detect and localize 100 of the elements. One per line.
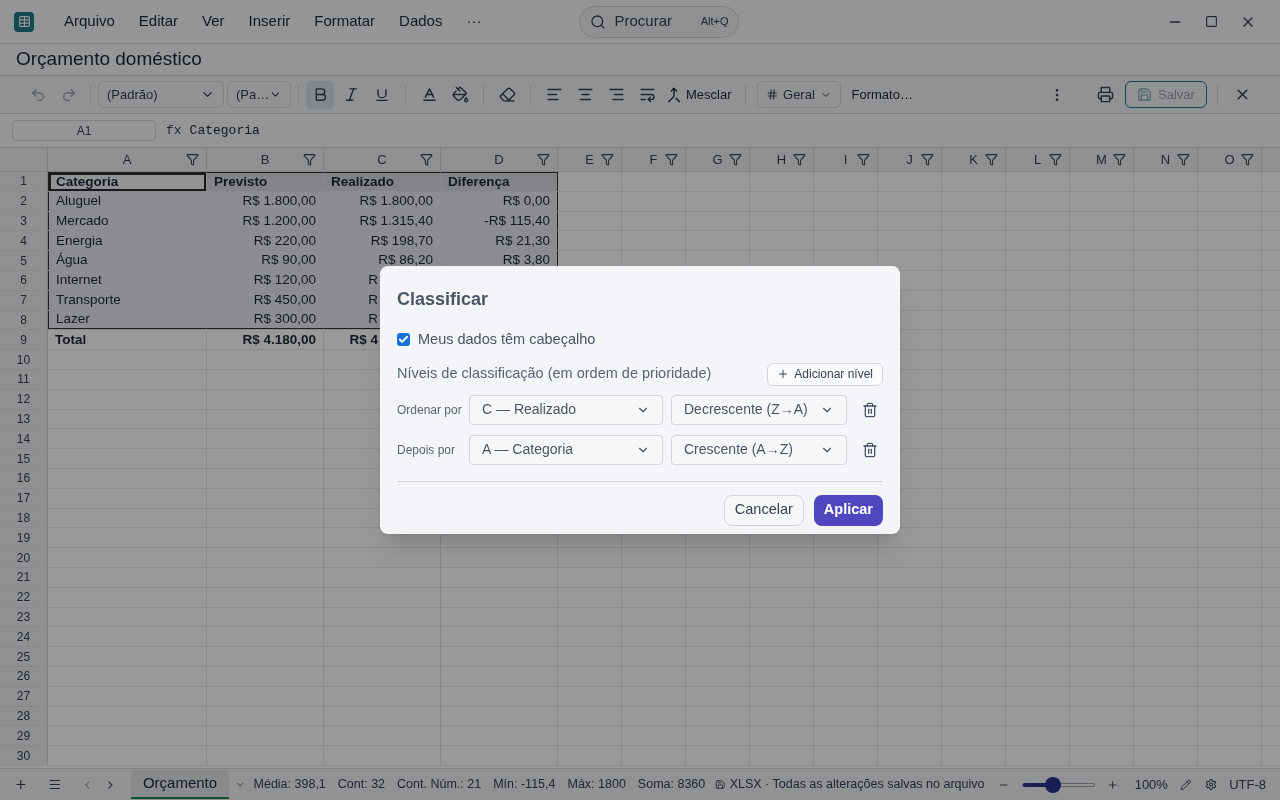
- hash-icon: [765, 87, 779, 102]
- menu-item[interactable]: Editar: [128, 10, 189, 33]
- font-dropdown[interactable]: (Padrão): [98, 81, 224, 108]
- delete-icon[interactable]: [862, 441, 878, 458]
- column-header[interactable]: F: [622, 148, 686, 171]
- merge-button[interactable]: Mesclar: [664, 80, 734, 109]
- menu-item[interactable]: Arquivo: [54, 10, 125, 33]
- filter-icon[interactable]: [420, 153, 433, 166]
- sheet-tab[interactable]: Orçamento: [130, 770, 230, 799]
- order-select[interactable]: Crescente (A→Z): [671, 434, 847, 465]
- status-stat: Soma: 8360: [637, 776, 706, 794]
- plus-icon: [777, 368, 790, 381]
- encoding-label: UTF-8: [1229, 775, 1266, 794]
- zoom-reading: 100%: [1134, 775, 1168, 794]
- column-header[interactable]: I: [814, 148, 878, 171]
- status-stat: Mín: -115,4: [493, 776, 556, 794]
- add-level-button[interactable]: Adicionar nível: [767, 362, 883, 386]
- column-header[interactable]: J: [878, 148, 942, 171]
- filter-icon[interactable]: [857, 153, 870, 166]
- table-cell: R$ 4.180,00: [207, 330, 324, 350]
- row-number[interactable]: 20: [0, 548, 48, 567]
- level-label: Depois por: [397, 441, 457, 458]
- row-number[interactable]: 9: [0, 330, 48, 350]
- menu-item[interactable]: Inserir: [238, 10, 301, 33]
- checkbox[interactable]: [397, 333, 410, 347]
- column-select[interactable]: C — Realizado: [469, 394, 663, 425]
- menu-item[interactable]: Dados: [389, 10, 453, 33]
- filter-icon[interactable]: [921, 153, 934, 166]
- format-more-button[interactable]: Formato…: [843, 84, 921, 105]
- settings-icon[interactable]: [1205, 777, 1218, 792]
- table-cell: R$ 220,00: [207, 231, 324, 251]
- filter-icon[interactable]: [1241, 153, 1254, 166]
- bold-icon[interactable]: [306, 80, 334, 109]
- column-header[interactable]: A: [48, 148, 207, 171]
- more-menu-button[interactable]: ···: [456, 10, 492, 33]
- maximize-icon[interactable]: [1205, 15, 1218, 28]
- filter-icon[interactable]: [985, 153, 998, 166]
- app-logo-icon: [14, 11, 34, 32]
- shortcut-hint: Alt+Q: [700, 14, 729, 30]
- column-header[interactable]: K: [942, 148, 1006, 171]
- search-icon: [590, 13, 607, 30]
- search-input[interactable]: Procurar: [614, 10, 685, 33]
- status-stat: Cont: 32: [337, 776, 386, 794]
- row-number[interactable]: 19: [0, 528, 48, 548]
- filter-icon[interactable]: [665, 153, 678, 166]
- row-number[interactable]: 30: [0, 746, 48, 765]
- column-header[interactable]: G: [686, 148, 750, 171]
- column-header[interactable]: L: [1006, 148, 1070, 171]
- row-number[interactable]: 1: [0, 172, 48, 191]
- filter-icon[interactable]: [1049, 153, 1062, 166]
- slider-thumb[interactable]: [1045, 776, 1062, 793]
- row-number[interactable]: 25: [0, 647, 48, 666]
- table-cell: Diferença: [441, 172, 558, 191]
- column-header[interactable]: H: [750, 148, 814, 171]
- column-header[interactable]: M: [1070, 148, 1134, 171]
- column-select[interactable]: A — Categoria: [469, 434, 663, 465]
- fx-label: fx: [166, 121, 182, 140]
- zoom-slider[interactable]: [1021, 776, 1096, 793]
- filter-icon[interactable]: [303, 153, 316, 166]
- order-select[interactable]: Decrescente (Z→A): [671, 394, 847, 425]
- filter-icon[interactable]: [1177, 153, 1190, 166]
- row-number[interactable]: 14: [0, 429, 48, 449]
- row-number[interactable]: 24: [0, 627, 48, 647]
- filter-icon[interactable]: [729, 153, 742, 166]
- row-number[interactable]: 15: [0, 449, 48, 468]
- table-cell: R$ 198,70: [324, 231, 441, 251]
- column-header[interactable]: B: [207, 148, 324, 171]
- row-number[interactable]: 4: [0, 231, 48, 251]
- table-cell: R$ 90,00: [207, 251, 324, 270]
- column-header[interactable]: D: [441, 148, 558, 171]
- menu-item[interactable]: Formatar: [304, 10, 386, 33]
- row-number[interactable]: 29: [0, 726, 48, 746]
- table-cell: Realizado: [324, 172, 441, 191]
- formula-field[interactable]: Categoria: [189, 120, 260, 141]
- table-cell: Previsto: [207, 172, 324, 191]
- column-header[interactable]: O: [1198, 148, 1262, 171]
- filter-icon[interactable]: [186, 153, 199, 166]
- filter-icon[interactable]: [1113, 153, 1126, 166]
- pencil-icon[interactable]: [1179, 777, 1192, 792]
- apply-button[interactable]: Aplicar: [813, 494, 883, 526]
- column-header[interactable]: N: [1134, 148, 1198, 171]
- save-icon: [715, 778, 726, 791]
- file-status: XLSX · Todas as alterações salvas no arquivo: [729, 776, 985, 794]
- row-number[interactable]: 5: [0, 251, 48, 270]
- status-stat: Média: 398,1: [253, 776, 326, 794]
- column-header[interactable]: C: [324, 148, 441, 171]
- search-field[interactable]: Procurar Alt+Q: [579, 5, 740, 38]
- document-title: Orçamento doméstico: [16, 47, 202, 72]
- cancel-button[interactable]: Cancelar: [723, 494, 804, 526]
- cell-reference-field[interactable]: A1: [12, 120, 156, 141]
- delete-icon[interactable]: [862, 401, 878, 418]
- filter-icon[interactable]: [601, 153, 614, 166]
- number-format-dropdown[interactable]: Geral: [756, 81, 841, 108]
- filter-icon[interactable]: [537, 153, 550, 166]
- column-header[interactable]: E: [558, 148, 622, 171]
- menu-item[interactable]: Ver: [192, 10, 235, 33]
- row-number[interactable]: 10: [0, 350, 48, 369]
- font-size-dropdown[interactable]: (Pa…: [227, 81, 291, 108]
- filter-icon[interactable]: [793, 153, 806, 166]
- level-label: Ordenar por: [397, 401, 463, 418]
